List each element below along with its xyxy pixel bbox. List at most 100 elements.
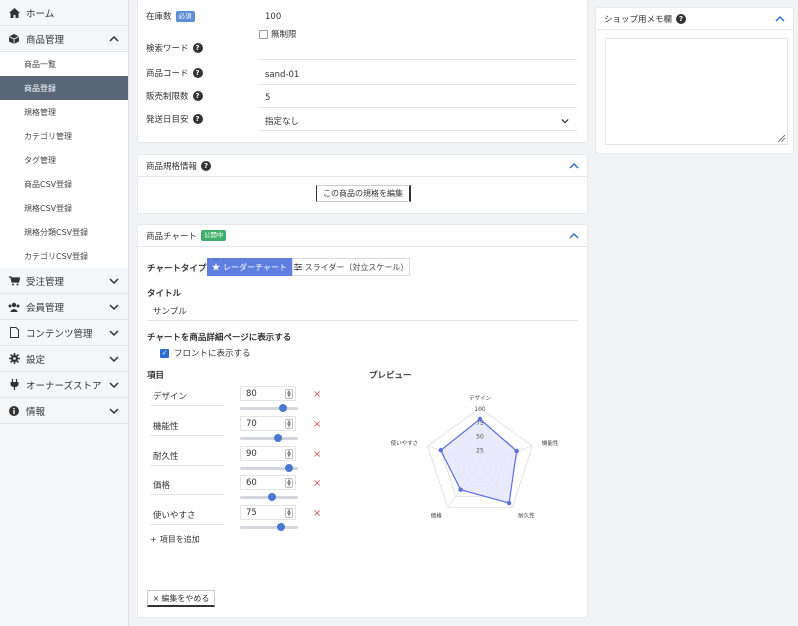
item-name-input[interactable]: 耐久性 <box>150 446 224 466</box>
limit-input[interactable]: 5 <box>259 88 577 108</box>
nav-home[interactable]: ホーム <box>0 0 128 26</box>
home-icon <box>8 7 20 19</box>
spinner-icon[interactable]: ▲ ▼ <box>285 449 293 459</box>
chart-type-label: チャートタイプ <box>147 264 207 274</box>
nav-info[interactable]: 情報 <box>0 398 128 424</box>
sidebar-item-product-csv[interactable]: 商品CSV登録 <box>0 172 128 196</box>
nav-orders[interactable]: 受注管理 <box>0 268 128 294</box>
code-input[interactable]: sand-01 <box>259 65 577 85</box>
item-value: 70 <box>246 418 257 429</box>
front-display-checkbox[interactable]: ✓ フロントに表示する <box>160 347 251 359</box>
nav-contents[interactable]: コンテンツ管理 <box>0 320 128 346</box>
delete-item-icon[interactable]: × <box>313 478 321 489</box>
radar-category-label: デザイン <box>469 395 492 402</box>
sidebar-item-category[interactable]: カテゴリ管理 <box>0 124 128 148</box>
nav-settings[interactable]: 設定 <box>0 346 128 372</box>
help-icon[interactable]: ? <box>192 91 203 101</box>
radar-point <box>506 500 512 506</box>
stock-row: 在庫数 必須 <box>146 10 195 22</box>
item-slider[interactable] <box>240 434 298 442</box>
item-name-input[interactable]: 機能性 <box>150 416 224 436</box>
spinner-icon[interactable]: ▲ ▼ <box>285 478 293 488</box>
sidebar-item-product-list[interactable]: 商品一覧 <box>0 52 128 76</box>
item-name-input[interactable]: 使いやすさ <box>150 505 224 525</box>
sidebar-item-category-csv[interactable]: カテゴリCSV登録 <box>0 244 128 268</box>
slider-thumb[interactable] <box>273 434 282 442</box>
item-value-input[interactable]: 70 ▲ ▼ <box>240 416 296 431</box>
memo-textarea[interactable] <box>605 38 788 145</box>
nav-owners-store[interactable]: オーナーズストア <box>0 372 128 398</box>
radar-category-label: 価格 <box>431 512 443 520</box>
add-item-button[interactable]: + 項目を追加 <box>150 534 200 545</box>
tab-radar[interactable]: レーダーチャート <box>207 258 292 276</box>
stock-input[interactable]: 100 <box>265 12 281 22</box>
unlimited-checkbox[interactable]: 無制限 <box>259 28 297 40</box>
item-name-input[interactable]: 価格 <box>150 475 224 495</box>
help-icon[interactable]: ? <box>192 68 203 78</box>
cart-icon <box>8 275 20 287</box>
chevron-up-icon[interactable] <box>569 231 579 241</box>
chart-card-header[interactable]: 商品チャート 公開中 <box>138 225 587 247</box>
memo-card-header[interactable]: ショップ用メモ欄 ? <box>596 8 793 30</box>
help-icon[interactable]: ? <box>192 114 203 124</box>
spinner-icon[interactable]: ▲ ▼ <box>285 389 293 399</box>
spec-card-header[interactable]: 商品規格情報 ? <box>138 155 587 177</box>
item-value-input[interactable]: 75 ▲ ▼ <box>240 505 296 520</box>
item-slider[interactable] <box>240 404 298 412</box>
slider-thumb[interactable] <box>284 464 293 472</box>
sidebar-item-product-register[interactable]: 商品登録 <box>0 76 128 100</box>
help-icon[interactable]: ? <box>201 160 212 171</box>
item-name-input[interactable]: デザイン <box>150 386 224 406</box>
chart-title-input[interactable]: サンプル <box>147 301 578 321</box>
item-value: 60 <box>246 477 257 488</box>
help-icon[interactable]: ? <box>676 13 687 24</box>
delete-item-icon[interactable]: × <box>313 508 321 519</box>
item-value-input[interactable]: 90 ▲ ▼ <box>240 446 296 461</box>
sidebar-item-spec-class-csv[interactable]: 規格分類CSV登録 <box>0 220 128 244</box>
chevron-up-icon[interactable] <box>569 161 579 171</box>
chevron-down-icon <box>109 382 119 389</box>
item-slider[interactable] <box>240 464 298 472</box>
sidebar-item-spec-csv[interactable]: 規格CSV登録 <box>0 196 128 220</box>
resize-handle-icon[interactable] <box>778 135 785 142</box>
edit-spec-button[interactable]: この商品の規格を編集 <box>316 185 411 202</box>
item-slider[interactable] <box>240 493 298 501</box>
show-label: チャートを商品詳細ページに表示する <box>147 333 292 343</box>
delete-item-icon[interactable]: × <box>313 419 321 430</box>
keyword-input[interactable] <box>259 40 577 60</box>
slider-thumb[interactable] <box>276 523 285 531</box>
item-value-input[interactable]: 80 ▲ ▼ <box>240 386 296 401</box>
spinner-icon[interactable]: ▲ ▼ <box>285 508 293 518</box>
item-value-input[interactable]: 60 ▲ ▼ <box>240 475 296 490</box>
required-badge: 必須 <box>175 10 195 22</box>
gear-icon <box>8 353 20 365</box>
star-icon <box>212 263 221 271</box>
radar-tick-label: 100 <box>474 406 486 413</box>
nav-products[interactable]: 商品管理 <box>0 26 128 52</box>
checkbox-unchecked[interactable] <box>259 29 268 39</box>
nav-members[interactable]: 会員管理 <box>0 294 128 320</box>
nav-info-label: 情報 <box>26 406 46 418</box>
spinner-icon[interactable]: ▲ ▼ <box>285 419 293 429</box>
help-icon[interactable]: ? <box>192 43 203 53</box>
limit-row: 販売制限数 ? <box>146 90 203 102</box>
checkbox-checked[interactable]: ✓ <box>160 348 169 358</box>
item-value: 80 <box>246 388 257 399</box>
spec-card-title: 商品規格情報 <box>146 161 198 172</box>
item-value: 90 <box>246 448 257 459</box>
spec-card: 商品規格情報 ? この商品の規格を編集 <box>138 155 587 213</box>
delivery-select[interactable]: 指定なし <box>259 111 577 131</box>
stop-edit-button[interactable]: × 編集をやめる <box>147 590 215 607</box>
memo-card-title: ショップ用メモ欄 <box>604 14 673 25</box>
tab-slider-label: スライダー（対立スケール） <box>304 262 409 272</box>
chevron-up-icon[interactable] <box>775 14 785 24</box>
sidebar-item-spec[interactable]: 規格管理 <box>0 100 128 124</box>
delete-item-icon[interactable]: × <box>313 389 321 400</box>
radar-tick-label: 75 <box>476 420 484 427</box>
delete-item-icon[interactable]: × <box>313 449 321 460</box>
chevron-down-icon <box>109 278 119 285</box>
item-slider[interactable] <box>240 523 298 531</box>
delivery-value: 指定なし <box>265 116 300 127</box>
tab-slider[interactable]: スライダー（対立スケール） <box>292 258 410 276</box>
sidebar-item-tag[interactable]: タグ管理 <box>0 148 128 172</box>
